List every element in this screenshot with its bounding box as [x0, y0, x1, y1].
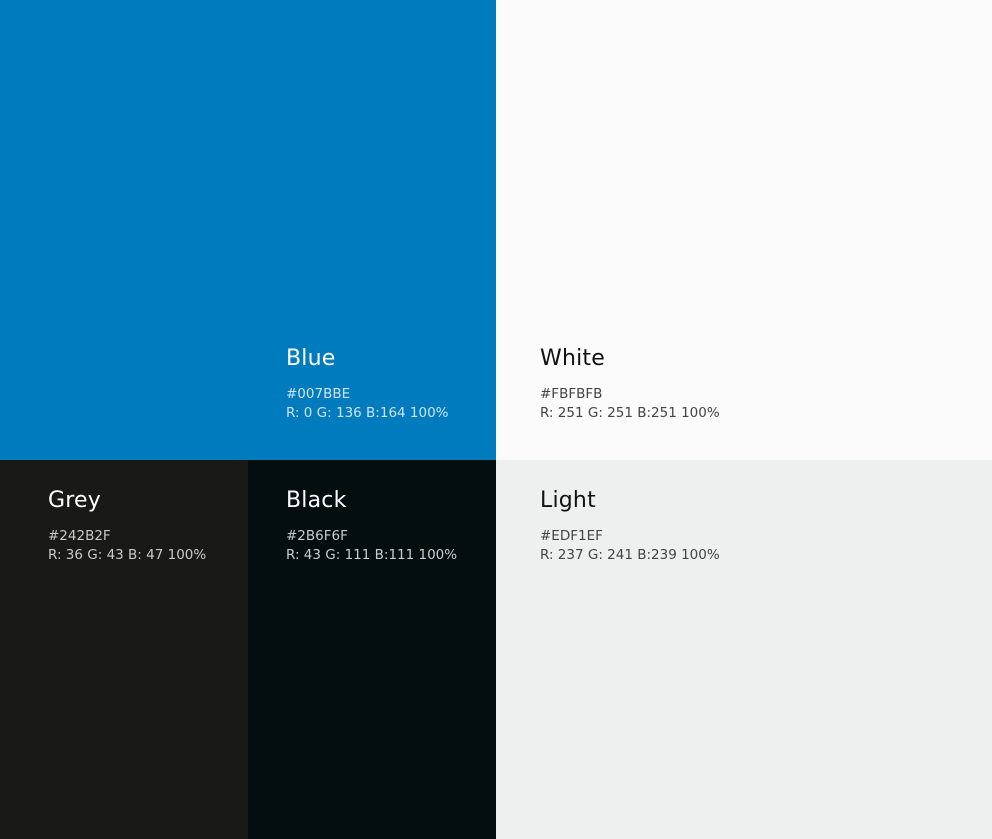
color-palette: Blue #007BBE R: 0 G: 136 B:164 100% Whit… [0, 0, 992, 839]
swatch-rgb: R: 237 G: 241 B:239 100% [540, 547, 720, 563]
swatch-rgb: R: 251 G: 251 B:251 100% [540, 405, 720, 421]
swatch-info: Grey #242B2F R: 36 G: 43 B: 47 100% [48, 487, 206, 565]
swatch-black: Black #2B6F6F R: 43 G: 111 B:111 100% [248, 460, 496, 839]
swatch-name: White [540, 346, 605, 371]
swatch-info: Blue #007BBE R: 0 G: 136 B:164 100% [286, 345, 449, 423]
swatch-grey: Grey #242B2F R: 36 G: 43 B: 47 100% [0, 460, 248, 839]
swatch-hex: #242B2F [48, 528, 111, 544]
swatch-rgb: R: 0 G: 136 B:164 100% [286, 405, 449, 421]
swatch-white: White #FBFBFB R: 251 G: 251 B:251 100% [496, 0, 992, 460]
swatch-info: White #FBFBFB R: 251 G: 251 B:251 100% [540, 345, 720, 423]
swatch-rgb: R: 43 G: 111 B:111 100% [286, 547, 458, 563]
swatch-hex: #2B6F6F [286, 528, 348, 544]
swatch-rgb: R: 36 G: 43 B: 47 100% [48, 547, 207, 563]
swatch-name: Grey [48, 488, 101, 513]
swatch-name: Light [540, 488, 596, 513]
swatch-blue: Blue #007BBE R: 0 G: 136 B:164 100% [0, 0, 496, 460]
swatch-light: Light #EDF1EF R: 237 G: 241 B:239 100% [496, 460, 992, 839]
swatch-name: Blue [286, 346, 336, 371]
swatch-hex: #007BBE [286, 386, 351, 402]
swatch-hex: #FBFBFB [540, 386, 603, 402]
swatch-name: Black [286, 488, 347, 513]
swatch-hex: #EDF1EF [540, 528, 603, 544]
swatch-info: Black #2B6F6F R: 43 G: 111 B:111 100% [286, 487, 457, 565]
swatch-info: Light #EDF1EF R: 237 G: 241 B:239 100% [540, 487, 720, 565]
